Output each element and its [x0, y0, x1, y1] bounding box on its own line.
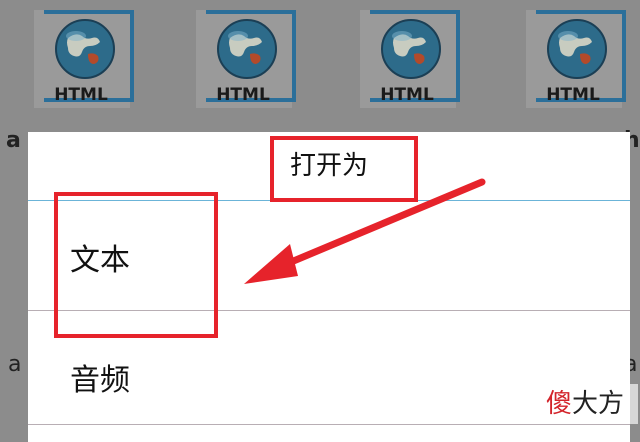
html-file-icon[interactable]: HTML	[526, 4, 626, 110]
file-name-fragment: a	[8, 352, 22, 377]
html-file-type-label: HTML	[216, 85, 270, 105]
globe-icon	[547, 19, 607, 79]
annotation-box-title	[270, 136, 418, 202]
annotation-box-text-option	[54, 192, 218, 338]
watermark: 傻大方	[546, 384, 638, 424]
html-file-type-label: HTML	[380, 85, 434, 105]
html-file-icon[interactable]: HTML	[34, 4, 134, 110]
globe-icon	[55, 19, 115, 79]
html-file-icon[interactable]: HTML	[360, 4, 460, 110]
watermark-rest: 大方	[572, 389, 625, 419]
html-file-icon[interactable]: HTML	[196, 4, 296, 110]
watermark-first-char: 傻	[546, 389, 573, 419]
globe-icon	[381, 19, 441, 79]
globe-icon	[217, 19, 277, 79]
option-divider	[28, 424, 630, 425]
file-name-fragment: a	[6, 128, 21, 153]
option-audio-label: 音频	[70, 363, 130, 398]
html-file-type-label: HTML	[54, 85, 108, 105]
screenshot-stage: HTML HTML HTML HTML a h a a 打开为 文本 音频 傻大…	[0, 0, 640, 442]
html-file-type-label: HTML	[546, 85, 600, 105]
